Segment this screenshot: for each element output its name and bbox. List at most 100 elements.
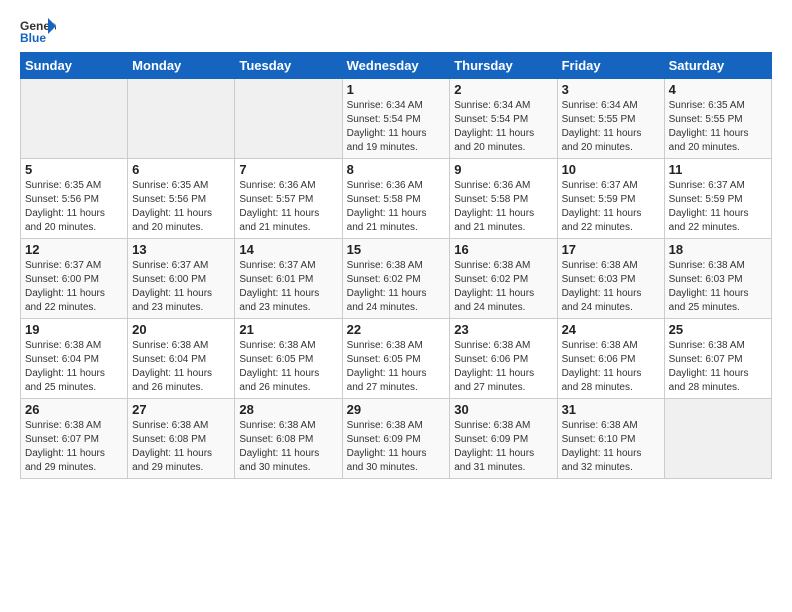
day-info: Sunrise: 6:38 AM Sunset: 6:04 PM Dayligh… <box>25 339 123 395</box>
day-info: Sunrise: 6:34 AM Sunset: 5:54 PM Dayligh… <box>454 99 552 155</box>
calendar-day-cell <box>21 79 128 159</box>
calendar-day-cell: 13 Sunrise: 6:37 AM Sunset: 6:00 PM Dayli… <box>128 239 235 319</box>
day-info: Sunrise: 6:38 AM Sunset: 6:04 PM Dayligh… <box>132 339 230 395</box>
calendar-day-cell: 6 Sunrise: 6:35 AM Sunset: 5:56 PM Daylig… <box>128 159 235 239</box>
calendar-day-cell: 26 Sunrise: 6:38 AM Sunset: 6:07 PM Dayli… <box>21 399 128 479</box>
day-number: 8 <box>347 162 446 177</box>
calendar-day-cell: 15 Sunrise: 6:38 AM Sunset: 6:02 PM Dayli… <box>342 239 450 319</box>
weekday-header-tuesday: Tuesday <box>235 53 342 79</box>
day-info: Sunrise: 6:37 AM Sunset: 5:59 PM Dayligh… <box>562 179 660 235</box>
calendar-day-cell: 19 Sunrise: 6:38 AM Sunset: 6:04 PM Dayli… <box>21 319 128 399</box>
day-number: 13 <box>132 242 230 257</box>
calendar-day-cell: 27 Sunrise: 6:38 AM Sunset: 6:08 PM Dayli… <box>128 399 235 479</box>
day-number: 11 <box>669 162 767 177</box>
logo[interactable]: General Blue <box>20 16 56 44</box>
calendar-week-row: 26 Sunrise: 6:38 AM Sunset: 6:07 PM Dayli… <box>21 399 772 479</box>
calendar-day-cell: 3 Sunrise: 6:34 AM Sunset: 5:55 PM Daylig… <box>557 79 664 159</box>
calendar-day-cell: 20 Sunrise: 6:38 AM Sunset: 6:04 PM Dayli… <box>128 319 235 399</box>
calendar-table: SundayMondayTuesdayWednesdayThursdayFrid… <box>20 52 772 479</box>
day-number: 7 <box>239 162 337 177</box>
day-number: 14 <box>239 242 337 257</box>
day-info: Sunrise: 6:38 AM Sunset: 6:05 PM Dayligh… <box>239 339 337 395</box>
calendar-day-cell: 22 Sunrise: 6:38 AM Sunset: 6:05 PM Dayli… <box>342 319 450 399</box>
day-number: 5 <box>25 162 123 177</box>
calendar-day-cell: 18 Sunrise: 6:38 AM Sunset: 6:03 PM Dayli… <box>664 239 771 319</box>
day-info: Sunrise: 6:37 AM Sunset: 6:00 PM Dayligh… <box>132 259 230 315</box>
weekday-header-saturday: Saturday <box>664 53 771 79</box>
day-number: 28 <box>239 402 337 417</box>
day-info: Sunrise: 6:35 AM Sunset: 5:56 PM Dayligh… <box>132 179 230 235</box>
day-info: Sunrise: 6:38 AM Sunset: 6:06 PM Dayligh… <box>562 339 660 395</box>
day-number: 6 <box>132 162 230 177</box>
day-info: Sunrise: 6:38 AM Sunset: 6:03 PM Dayligh… <box>562 259 660 315</box>
calendar-day-cell: 12 Sunrise: 6:37 AM Sunset: 6:00 PM Dayli… <box>21 239 128 319</box>
day-info: Sunrise: 6:38 AM Sunset: 6:07 PM Dayligh… <box>25 419 123 475</box>
day-info: Sunrise: 6:38 AM Sunset: 6:09 PM Dayligh… <box>454 419 552 475</box>
day-number: 22 <box>347 322 446 337</box>
day-number: 18 <box>669 242 767 257</box>
day-number: 2 <box>454 82 552 97</box>
day-info: Sunrise: 6:37 AM Sunset: 5:59 PM Dayligh… <box>669 179 767 235</box>
calendar-day-cell: 16Sunrise: 6:38 AM Sunset: 6:02 PM Dayli… <box>450 239 557 319</box>
calendar-day-cell: 23Sunrise: 6:38 AM Sunset: 6:06 PM Dayli… <box>450 319 557 399</box>
day-info: Sunrise: 6:38 AM Sunset: 6:08 PM Dayligh… <box>239 419 337 475</box>
calendar-day-cell <box>235 79 342 159</box>
day-info: Sunrise: 6:35 AM Sunset: 5:55 PM Dayligh… <box>669 99 767 155</box>
day-info: Sunrise: 6:35 AM Sunset: 5:56 PM Dayligh… <box>25 179 123 235</box>
day-number: 24 <box>562 322 660 337</box>
calendar-week-row: 1 Sunrise: 6:34 AM Sunset: 5:54 PM Daylig… <box>21 79 772 159</box>
day-info: Sunrise: 6:38 AM Sunset: 6:02 PM Dayligh… <box>454 259 552 315</box>
calendar-day-cell: 17Sunrise: 6:38 AM Sunset: 6:03 PM Dayli… <box>557 239 664 319</box>
day-info: Sunrise: 6:38 AM Sunset: 6:05 PM Dayligh… <box>347 339 446 395</box>
day-number: 4 <box>669 82 767 97</box>
day-info: Sunrise: 6:38 AM Sunset: 6:02 PM Dayligh… <box>347 259 446 315</box>
calendar-day-cell: 24 Sunrise: 6:38 AM Sunset: 6:06 PM Dayli… <box>557 319 664 399</box>
day-number: 9 <box>454 162 552 177</box>
day-info: Sunrise: 6:34 AM Sunset: 5:55 PM Dayligh… <box>562 99 660 155</box>
day-number: 1 <box>347 82 446 97</box>
calendar-day-cell: 9 Sunrise: 6:36 AM Sunset: 5:58 PM Daylig… <box>450 159 557 239</box>
page-header: General Blue <box>20 16 772 44</box>
day-info: Sunrise: 6:38 AM Sunset: 6:07 PM Dayligh… <box>669 339 767 395</box>
day-number: 3 <box>562 82 660 97</box>
day-number: 19 <box>25 322 123 337</box>
svg-text:Blue: Blue <box>20 31 46 44</box>
weekday-header-sunday: Sunday <box>21 53 128 79</box>
day-info: Sunrise: 6:38 AM Sunset: 6:03 PM Dayligh… <box>669 259 767 315</box>
day-number: 15 <box>347 242 446 257</box>
calendar-day-cell <box>128 79 235 159</box>
calendar-week-row: 12 Sunrise: 6:37 AM Sunset: 6:00 PM Dayli… <box>21 239 772 319</box>
day-info: Sunrise: 6:37 AM Sunset: 6:00 PM Dayligh… <box>25 259 123 315</box>
calendar-day-cell: 25 Sunrise: 6:38 AM Sunset: 6:07 PM Dayli… <box>664 319 771 399</box>
day-info: Sunrise: 6:36 AM Sunset: 5:58 PM Dayligh… <box>454 179 552 235</box>
day-number: 29 <box>347 402 446 417</box>
calendar-day-cell: 28 Sunrise: 6:38 AM Sunset: 6:08 PM Dayli… <box>235 399 342 479</box>
day-number: 21 <box>239 322 337 337</box>
day-info: Sunrise: 6:38 AM Sunset: 6:08 PM Dayligh… <box>132 419 230 475</box>
day-number: 10 <box>562 162 660 177</box>
day-number: 12 <box>25 242 123 257</box>
calendar-day-cell: 1 Sunrise: 6:34 AM Sunset: 5:54 PM Daylig… <box>342 79 450 159</box>
calendar-day-cell: 2 Sunrise: 6:34 AM Sunset: 5:54 PM Daylig… <box>450 79 557 159</box>
day-number: 20 <box>132 322 230 337</box>
calendar-day-cell: 30 Sunrise: 6:38 AM Sunset: 6:09 PM Dayli… <box>450 399 557 479</box>
calendar-day-cell: 4 Sunrise: 6:35 AM Sunset: 5:55 PM Daylig… <box>664 79 771 159</box>
day-info: Sunrise: 6:34 AM Sunset: 5:54 PM Dayligh… <box>347 99 446 155</box>
calendar-day-cell <box>664 399 771 479</box>
weekday-header-wednesday: Wednesday <box>342 53 450 79</box>
calendar-day-cell: 8Sunrise: 6:36 AM Sunset: 5:58 PM Daylig… <box>342 159 450 239</box>
calendar-day-cell: 14Sunrise: 6:37 AM Sunset: 6:01 PM Dayli… <box>235 239 342 319</box>
calendar-day-cell: 10 Sunrise: 6:37 AM Sunset: 5:59 PM Dayli… <box>557 159 664 239</box>
day-info: Sunrise: 6:38 AM Sunset: 6:06 PM Dayligh… <box>454 339 552 395</box>
weekday-header-monday: Monday <box>128 53 235 79</box>
calendar-day-cell: 31Sunrise: 6:38 AM Sunset: 6:10 PM Dayli… <box>557 399 664 479</box>
day-info: Sunrise: 6:38 AM Sunset: 6:10 PM Dayligh… <box>562 419 660 475</box>
day-number: 30 <box>454 402 552 417</box>
day-number: 25 <box>669 322 767 337</box>
day-number: 27 <box>132 402 230 417</box>
calendar-week-row: 5 Sunrise: 6:35 AM Sunset: 5:56 PM Daylig… <box>21 159 772 239</box>
day-number: 26 <box>25 402 123 417</box>
weekday-header-friday: Friday <box>557 53 664 79</box>
calendar-week-row: 19 Sunrise: 6:38 AM Sunset: 6:04 PM Dayli… <box>21 319 772 399</box>
day-info: Sunrise: 6:38 AM Sunset: 6:09 PM Dayligh… <box>347 419 446 475</box>
